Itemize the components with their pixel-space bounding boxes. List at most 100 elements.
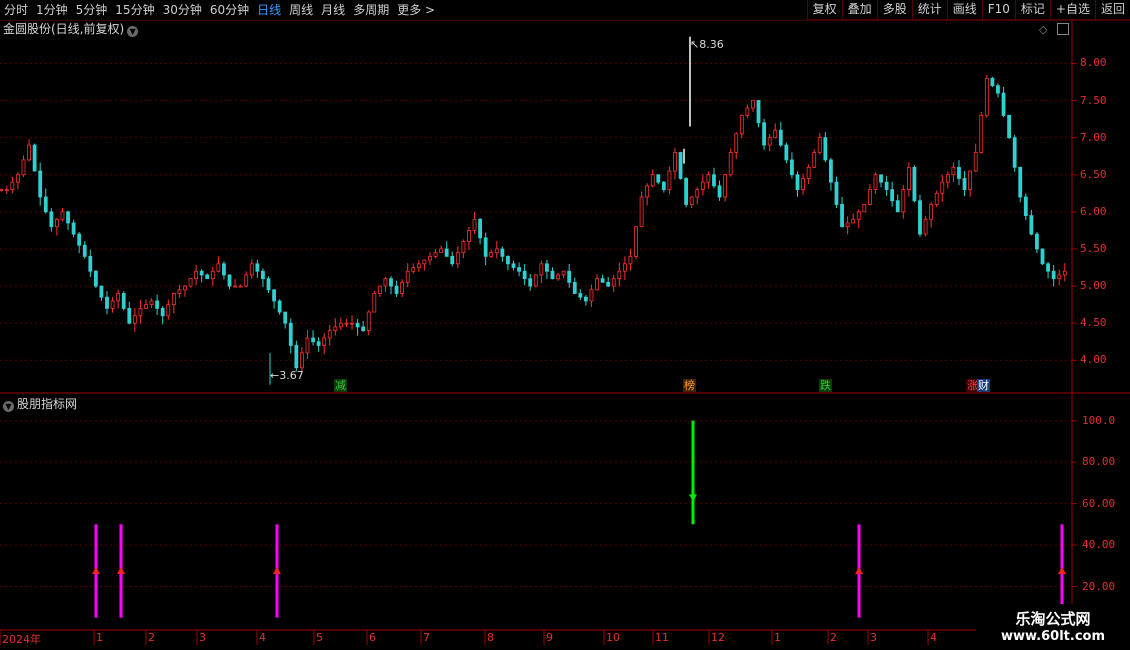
x-tick-label: 2 bbox=[148, 631, 155, 644]
candle-body bbox=[945, 174, 950, 183]
candle-body bbox=[450, 255, 455, 265]
candle-body bbox=[739, 114, 744, 135]
candle-body bbox=[645, 185, 650, 198]
candle-body bbox=[49, 211, 54, 228]
candle-body bbox=[934, 192, 939, 205]
candle-body bbox=[300, 352, 304, 369]
candle-body bbox=[272, 289, 276, 302]
event-tag[interactable]: 跌 bbox=[819, 379, 832, 392]
candle-body bbox=[155, 300, 160, 309]
watermark-line1: 乐淘公式网 bbox=[1015, 610, 1091, 628]
candle-body bbox=[895, 200, 900, 213]
candle-body bbox=[517, 267, 521, 272]
x-tick-label: 7 bbox=[423, 631, 430, 644]
candle-body bbox=[222, 263, 226, 276]
candle-body bbox=[266, 278, 271, 291]
candle-body bbox=[82, 244, 87, 257]
x-tick-label: 5 bbox=[316, 631, 323, 644]
sell-arrow-icon bbox=[689, 494, 697, 502]
candle-body bbox=[99, 285, 104, 298]
candle-body bbox=[500, 248, 505, 257]
candle-body bbox=[912, 166, 917, 202]
x-tick-label: 2024年 bbox=[2, 633, 41, 646]
candle-body bbox=[205, 274, 210, 280]
candle-body bbox=[951, 166, 956, 176]
candle-body bbox=[918, 200, 922, 235]
candle-body bbox=[561, 270, 566, 276]
candle-body bbox=[572, 281, 577, 294]
candle-body bbox=[416, 263, 421, 268]
candle-body bbox=[116, 293, 121, 302]
candle-body bbox=[634, 226, 638, 257]
candle-body bbox=[244, 274, 249, 287]
event-tag[interactable]: 榜 bbox=[683, 379, 696, 392]
candle-body bbox=[177, 289, 182, 294]
x-tick-label: 3 bbox=[870, 631, 877, 644]
candle-body bbox=[216, 263, 221, 272]
buy-arrow-icon bbox=[117, 566, 125, 574]
buy-arrow-icon bbox=[92, 566, 100, 574]
candle-body bbox=[678, 152, 683, 179]
candle-body bbox=[194, 270, 199, 280]
candle-body bbox=[617, 270, 622, 280]
x-tick-label: 6 bbox=[369, 631, 376, 644]
candle-body bbox=[160, 307, 165, 317]
x-tick-label: 9 bbox=[546, 631, 553, 644]
candle-body bbox=[656, 174, 661, 183]
x-tick-label: 3 bbox=[199, 631, 206, 644]
x-tick-label: 12 bbox=[711, 631, 725, 644]
candle-body bbox=[27, 144, 31, 161]
candle-body bbox=[923, 218, 928, 235]
candle-body bbox=[127, 307, 132, 324]
candle-body bbox=[522, 270, 527, 280]
candle-body bbox=[817, 137, 822, 153]
candle-body bbox=[851, 218, 856, 224]
indicator-signals bbox=[92, 420, 1066, 618]
candle-body bbox=[773, 129, 778, 139]
candle-body bbox=[93, 270, 98, 287]
candle-body bbox=[957, 166, 961, 179]
candle-body bbox=[801, 178, 805, 190]
candle-body bbox=[778, 129, 783, 146]
candle-body bbox=[973, 152, 978, 172]
candle-body bbox=[990, 77, 995, 87]
candle-body bbox=[1035, 233, 1039, 250]
candle-body bbox=[16, 174, 20, 183]
event-tag[interactable]: 减 bbox=[334, 379, 347, 392]
candle-body bbox=[639, 196, 644, 228]
candle-body bbox=[751, 100, 755, 109]
candle-body bbox=[199, 270, 204, 276]
candle-body bbox=[968, 170, 973, 190]
high-price-label: ↖8.36 bbox=[690, 38, 724, 51]
candle-body bbox=[316, 341, 321, 346]
candle-body bbox=[929, 204, 934, 220]
candle-body bbox=[333, 326, 338, 332]
candle-body bbox=[277, 300, 282, 313]
candle-body bbox=[0, 189, 4, 191]
candle-body bbox=[383, 278, 388, 287]
candle-body bbox=[511, 263, 516, 268]
x-tick-label: 4 bbox=[930, 631, 937, 644]
candle-body bbox=[283, 311, 288, 324]
candle-body bbox=[138, 307, 143, 317]
candle-body bbox=[650, 174, 655, 187]
x-tick-label: 1 bbox=[96, 631, 103, 644]
candle-body bbox=[595, 278, 599, 291]
candle-body bbox=[806, 166, 811, 179]
candle-body bbox=[494, 248, 499, 254]
candle-body bbox=[71, 222, 76, 235]
candle-body bbox=[723, 174, 728, 198]
candle-body bbox=[845, 222, 850, 228]
candle-body bbox=[940, 181, 945, 194]
candle-body bbox=[288, 322, 293, 346]
candle-body bbox=[795, 174, 800, 190]
candle-body bbox=[1018, 166, 1023, 198]
candle-body bbox=[706, 174, 711, 183]
event-tag[interactable]: 财 bbox=[977, 379, 990, 392]
candle-body bbox=[233, 285, 237, 288]
x-tick-label: 2 bbox=[830, 631, 837, 644]
watermark-line2: www.60lt.com bbox=[1000, 629, 1106, 644]
candle-body bbox=[528, 278, 533, 287]
candle-body bbox=[350, 322, 354, 325]
candle-body bbox=[294, 345, 299, 369]
